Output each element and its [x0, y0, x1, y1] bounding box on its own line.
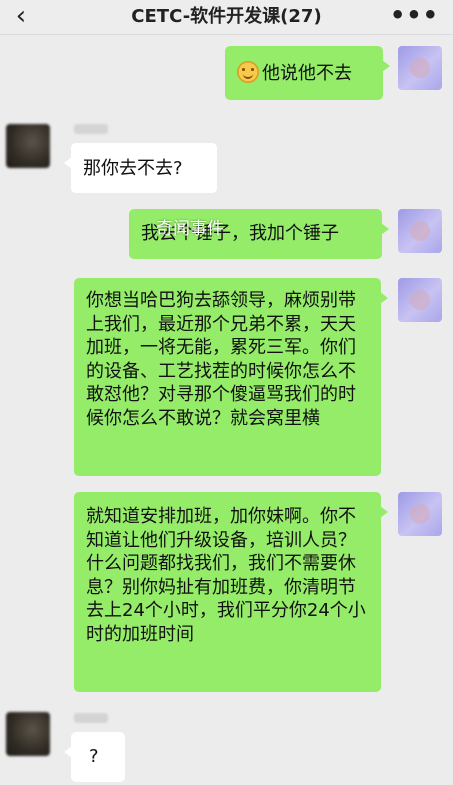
message-bubble-6[interactable]: ? — [64, 732, 125, 782]
message-text-5: 就知道安排加班，加你妹啊。你不知道让他们升级设备，培训人员？什么问题都找我们，我… — [86, 506, 366, 645]
message-bubble-1[interactable]: 他说他不去 — [225, 46, 390, 100]
self-avatar[interactable] — [398, 209, 442, 253]
message-text-2: 那你去不去? — [83, 158, 183, 179]
sender-avatar[interactable] — [6, 712, 50, 756]
self-avatar[interactable] — [398, 492, 442, 536]
message-bubble-4[interactable]: 你想当哈巴狗去舔领导，麻烦别带上我们，最近那个兄弟不累，天天加班，一将无能，累死… — [74, 278, 388, 476]
self-avatar[interactable] — [398, 46, 442, 90]
message-text-4: 你想当哈巴狗去舔领导，麻烦别带上我们，最近那个兄弟不累，天天加班，一将无能，累死… — [86, 290, 356, 429]
watermark-text: 奇闻事件 — [156, 219, 224, 239]
message-text-1: 他说他不去 — [262, 63, 352, 84]
self-avatar[interactable] — [398, 278, 442, 322]
smile-emoji-icon — [237, 61, 259, 83]
sender-name — [74, 124, 108, 134]
sender-name — [74, 713, 108, 723]
more-dots-icon[interactable]: ••• — [390, 0, 439, 34]
message-bubble-2[interactable]: 那你去不去? — [64, 143, 217, 193]
chat-title: CETC-软件开发课(27) — [131, 6, 322, 27]
message-text-6: ? — [89, 746, 99, 767]
chat-header: ‹ CETC-软件开发课(27) ••• — [0, 0, 453, 35]
message-bubble-5[interactable]: 就知道安排加班，加你妹啊。你不知道让他们升级设备，培训人员？什么问题都找我们，我… — [74, 492, 388, 692]
sender-avatar[interactable] — [6, 124, 50, 168]
